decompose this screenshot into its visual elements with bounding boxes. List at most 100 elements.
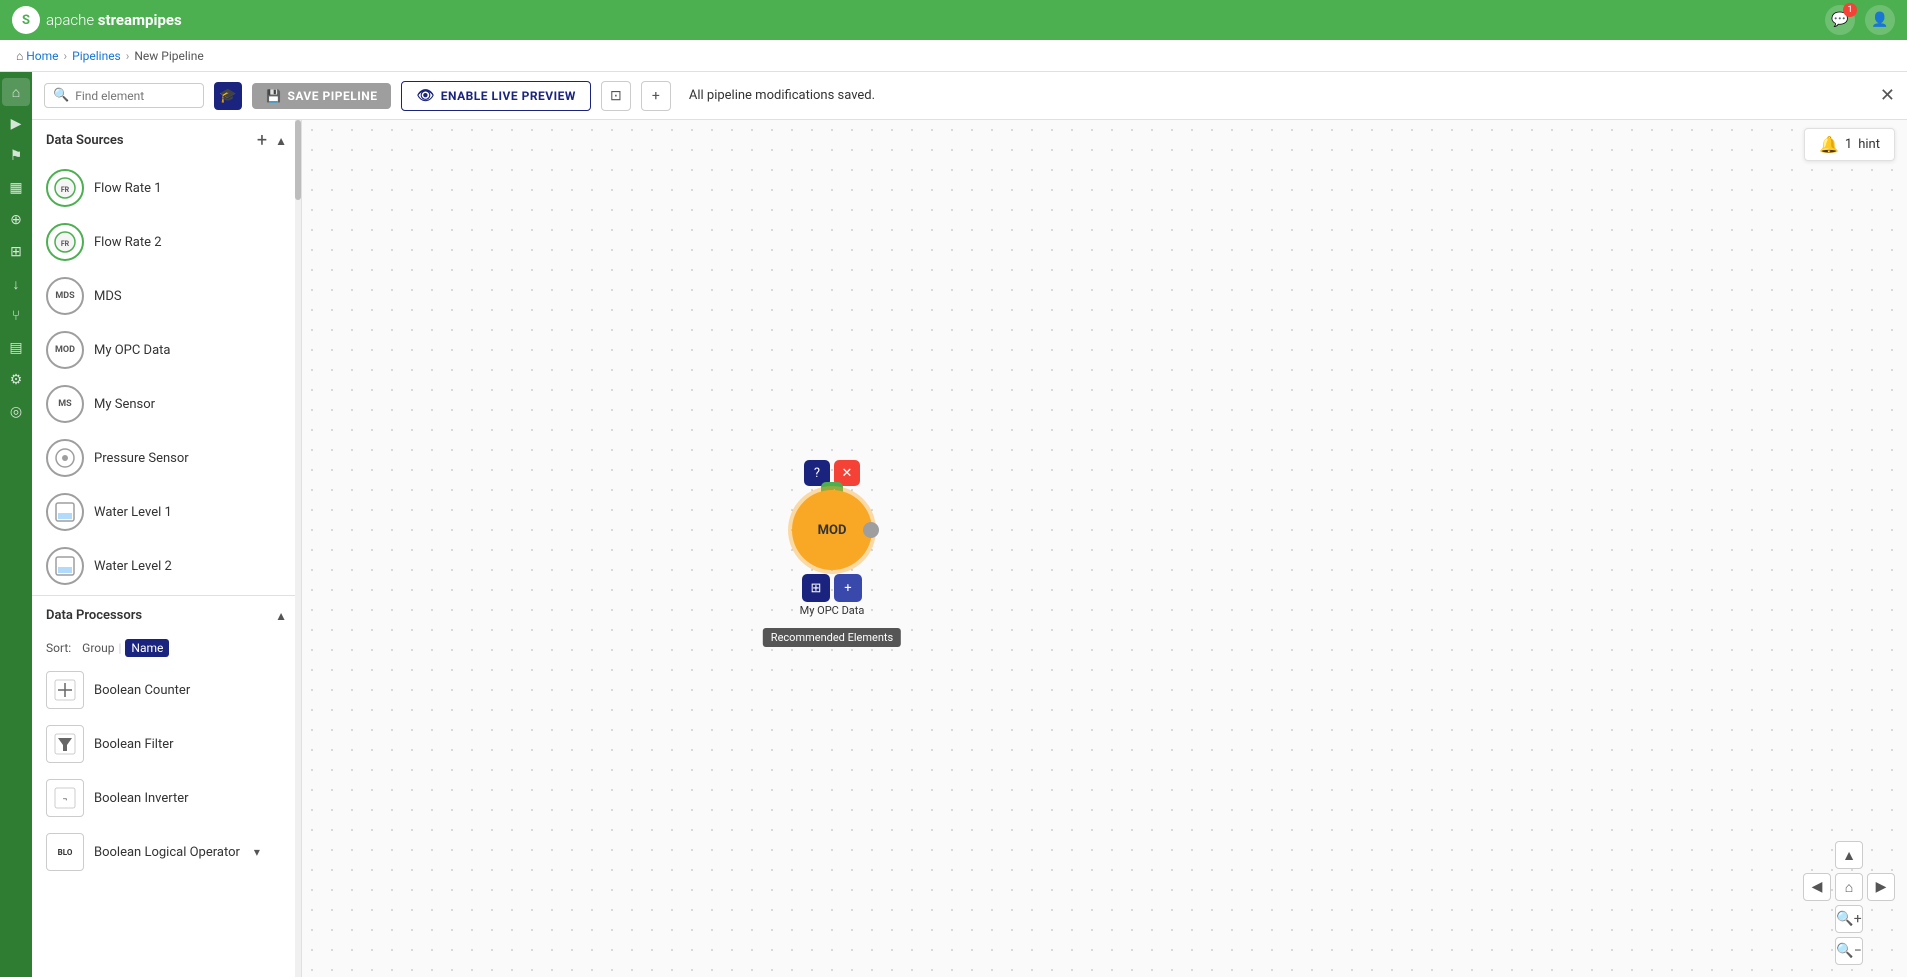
processor-name: Boolean Logical Operator bbox=[94, 845, 240, 860]
nav-home[interactable]: ⌂ bbox=[2, 78, 30, 106]
source-name: My Sensor bbox=[94, 397, 155, 412]
zoom-controls: ▲ ◀ ⌂ ▶ 🔍+ 🔍− bbox=[1803, 841, 1895, 965]
logo-circle: S bbox=[12, 6, 40, 34]
processor-icon bbox=[46, 725, 84, 763]
avatar bbox=[46, 439, 84, 477]
save-icon: 💾 bbox=[266, 89, 281, 103]
data-sources-actions: + ▲ bbox=[257, 130, 287, 151]
node-recommended-button[interactable]: + bbox=[834, 574, 862, 602]
nav-search[interactable]: ⊕ bbox=[2, 206, 30, 234]
data-processors-actions: ▲ bbox=[275, 609, 287, 623]
node-connect-button[interactable]: ⊞ bbox=[802, 574, 830, 602]
processor-name: Boolean Inverter bbox=[94, 791, 189, 806]
list-item[interactable]: BLO Boolean Logical Operator ▾ bbox=[32, 825, 301, 879]
close-button[interactable]: ✕ bbox=[1880, 85, 1895, 106]
node-body[interactable]: MOD bbox=[792, 490, 872, 570]
avatar bbox=[46, 493, 84, 531]
sort-label: Sort: bbox=[46, 641, 71, 655]
source-name: MDS bbox=[94, 289, 122, 304]
top-header: S apache streampipes 💬 1 👤 bbox=[0, 0, 1907, 40]
zoom-right-button[interactable]: ▶ bbox=[1867, 873, 1895, 901]
zoom-up-button[interactable]: ▲ bbox=[1835, 841, 1863, 869]
source-name: Water Level 2 bbox=[94, 559, 172, 574]
nav-settings[interactable]: ⚙ bbox=[2, 366, 30, 394]
add-source-button[interactable]: + bbox=[257, 130, 267, 151]
list-item[interactable]: MDS MDS bbox=[32, 269, 301, 323]
source-name: Flow Rate 1 bbox=[94, 181, 162, 196]
nav-download[interactable]: ↓ bbox=[2, 270, 30, 298]
nav-chart[interactable]: ▦ bbox=[2, 174, 30, 202]
source-name: Water Level 1 bbox=[94, 505, 172, 520]
data-sources-label: Data Sources bbox=[46, 133, 124, 148]
canvas-area[interactable]: ? ✕ ✓ MOD ⊞ + My OPC Data bbox=[302, 120, 1907, 977]
chat-button[interactable]: 💬 1 bbox=[1825, 5, 1855, 35]
saved-message: All pipeline modifications saved. bbox=[689, 88, 875, 103]
breadcrumb-current: New Pipeline bbox=[134, 49, 203, 63]
avatar: MOD bbox=[46, 331, 84, 369]
search-input[interactable] bbox=[75, 89, 195, 103]
node-bottom-actions: ⊞ + bbox=[792, 574, 872, 602]
nav-fork[interactable]: ⑂ bbox=[2, 302, 30, 330]
data-processors-header: Data Processors ▲ bbox=[32, 598, 301, 633]
icon-sidebar: ⌂ ▶ ⚑ ▦ ⊕ ⊞ ↓ ⑂ ▤ ⚙ ◎ bbox=[0, 72, 32, 977]
collapse-processors-button[interactable]: ▲ bbox=[275, 609, 287, 623]
avatar: MDS bbox=[46, 277, 84, 315]
list-item[interactable]: MS My Sensor bbox=[32, 377, 301, 431]
data-processors-label: Data Processors bbox=[46, 608, 142, 623]
canvas-node[interactable]: ? ✕ ✓ MOD ⊞ + My OPC Data bbox=[792, 460, 872, 617]
sort-group-link[interactable]: Group bbox=[82, 641, 114, 655]
source-name: My OPC Data bbox=[94, 343, 170, 358]
list-item[interactable]: FR Flow Rate 2 bbox=[32, 215, 301, 269]
main-layout: ⌂ ▶ ⚑ ▦ ⊕ ⊞ ↓ ⑂ ▤ ⚙ ◎ 🔍 🎓 💾 SAVE PIPELIN… bbox=[0, 72, 1907, 977]
search-box[interactable]: 🔍 bbox=[44, 83, 204, 108]
list-item[interactable]: Water Level 2 bbox=[32, 539, 301, 593]
breadcrumb-pipelines[interactable]: Pipelines bbox=[72, 49, 121, 63]
avatar: FR bbox=[46, 223, 84, 261]
list-item[interactable]: ¬ Boolean Inverter bbox=[32, 771, 301, 825]
processor-icon: BLO bbox=[46, 833, 84, 871]
hint-badge[interactable]: 🔔 1 hint bbox=[1804, 128, 1895, 161]
node-abbr: MOD bbox=[818, 523, 847, 538]
zoom-home-button[interactable]: ⌂ bbox=[1835, 873, 1863, 901]
list-item[interactable]: Pressure Sensor bbox=[32, 431, 301, 485]
source-name: Flow Rate 2 bbox=[94, 235, 162, 250]
nav-flag[interactable]: ⚑ bbox=[2, 142, 30, 170]
add-button[interactable]: + bbox=[641, 81, 671, 111]
expand-button[interactable]: ⊡ bbox=[601, 81, 631, 111]
list-item[interactable]: Boolean Counter bbox=[32, 663, 301, 717]
sort-row: Sort: Group | Name bbox=[32, 633, 301, 663]
avatar: FR bbox=[46, 169, 84, 207]
content-area: Data Sources + ▲ FR Flow Rate 1 FR Flow … bbox=[32, 120, 1907, 977]
breadcrumb-home[interactable]: Home bbox=[26, 49, 58, 63]
list-item[interactable]: Water Level 1 bbox=[32, 485, 301, 539]
graduation-icon: 🎓 bbox=[214, 82, 242, 110]
node-label: My OPC Data bbox=[792, 604, 872, 617]
collapse-sources-button[interactable]: ▲ bbox=[275, 134, 287, 148]
nav-play[interactable]: ▶ bbox=[2, 110, 30, 138]
logo-text: apache streampipes bbox=[46, 11, 182, 29]
node-connector[interactable] bbox=[863, 522, 879, 538]
nav-apps[interactable]: ⊞ bbox=[2, 238, 30, 266]
zoom-out-button[interactable]: 🔍− bbox=[1835, 937, 1863, 965]
nav-book[interactable]: ▤ bbox=[2, 334, 30, 362]
list-item[interactable]: MOD My OPC Data bbox=[32, 323, 301, 377]
breadcrumb: ⌂ Home › Pipelines › New Pipeline bbox=[0, 40, 1907, 72]
nav-user[interactable]: ◎ bbox=[2, 398, 30, 426]
list-item[interactable]: Boolean Filter bbox=[32, 717, 301, 771]
header-icons: 💬 1 👤 bbox=[1825, 5, 1895, 35]
processor-name: Boolean Counter bbox=[94, 683, 190, 698]
zoom-left-button[interactable]: ◀ bbox=[1803, 873, 1831, 901]
account-button[interactable]: 👤 bbox=[1865, 5, 1895, 35]
sort-name-link[interactable]: Name bbox=[125, 639, 169, 657]
zoom-in-button[interactable]: 🔍+ bbox=[1835, 905, 1863, 933]
app-logo: S apache streampipes bbox=[12, 6, 182, 34]
hint-count: 1 bbox=[1845, 137, 1852, 152]
source-name: Pressure Sensor bbox=[94, 451, 189, 466]
processor-icon bbox=[46, 671, 84, 709]
data-sources-header: Data Sources + ▲ bbox=[32, 120, 301, 161]
enable-live-preview-button[interactable]: 👁 ENABLE LIVE PREVIEW bbox=[401, 81, 590, 111]
preview-icon: 👁 bbox=[416, 88, 434, 104]
list-item[interactable]: FR Flow Rate 1 bbox=[32, 161, 301, 215]
save-pipeline-button[interactable]: 💾 SAVE PIPELINE bbox=[252, 83, 391, 109]
avatar bbox=[46, 547, 84, 585]
